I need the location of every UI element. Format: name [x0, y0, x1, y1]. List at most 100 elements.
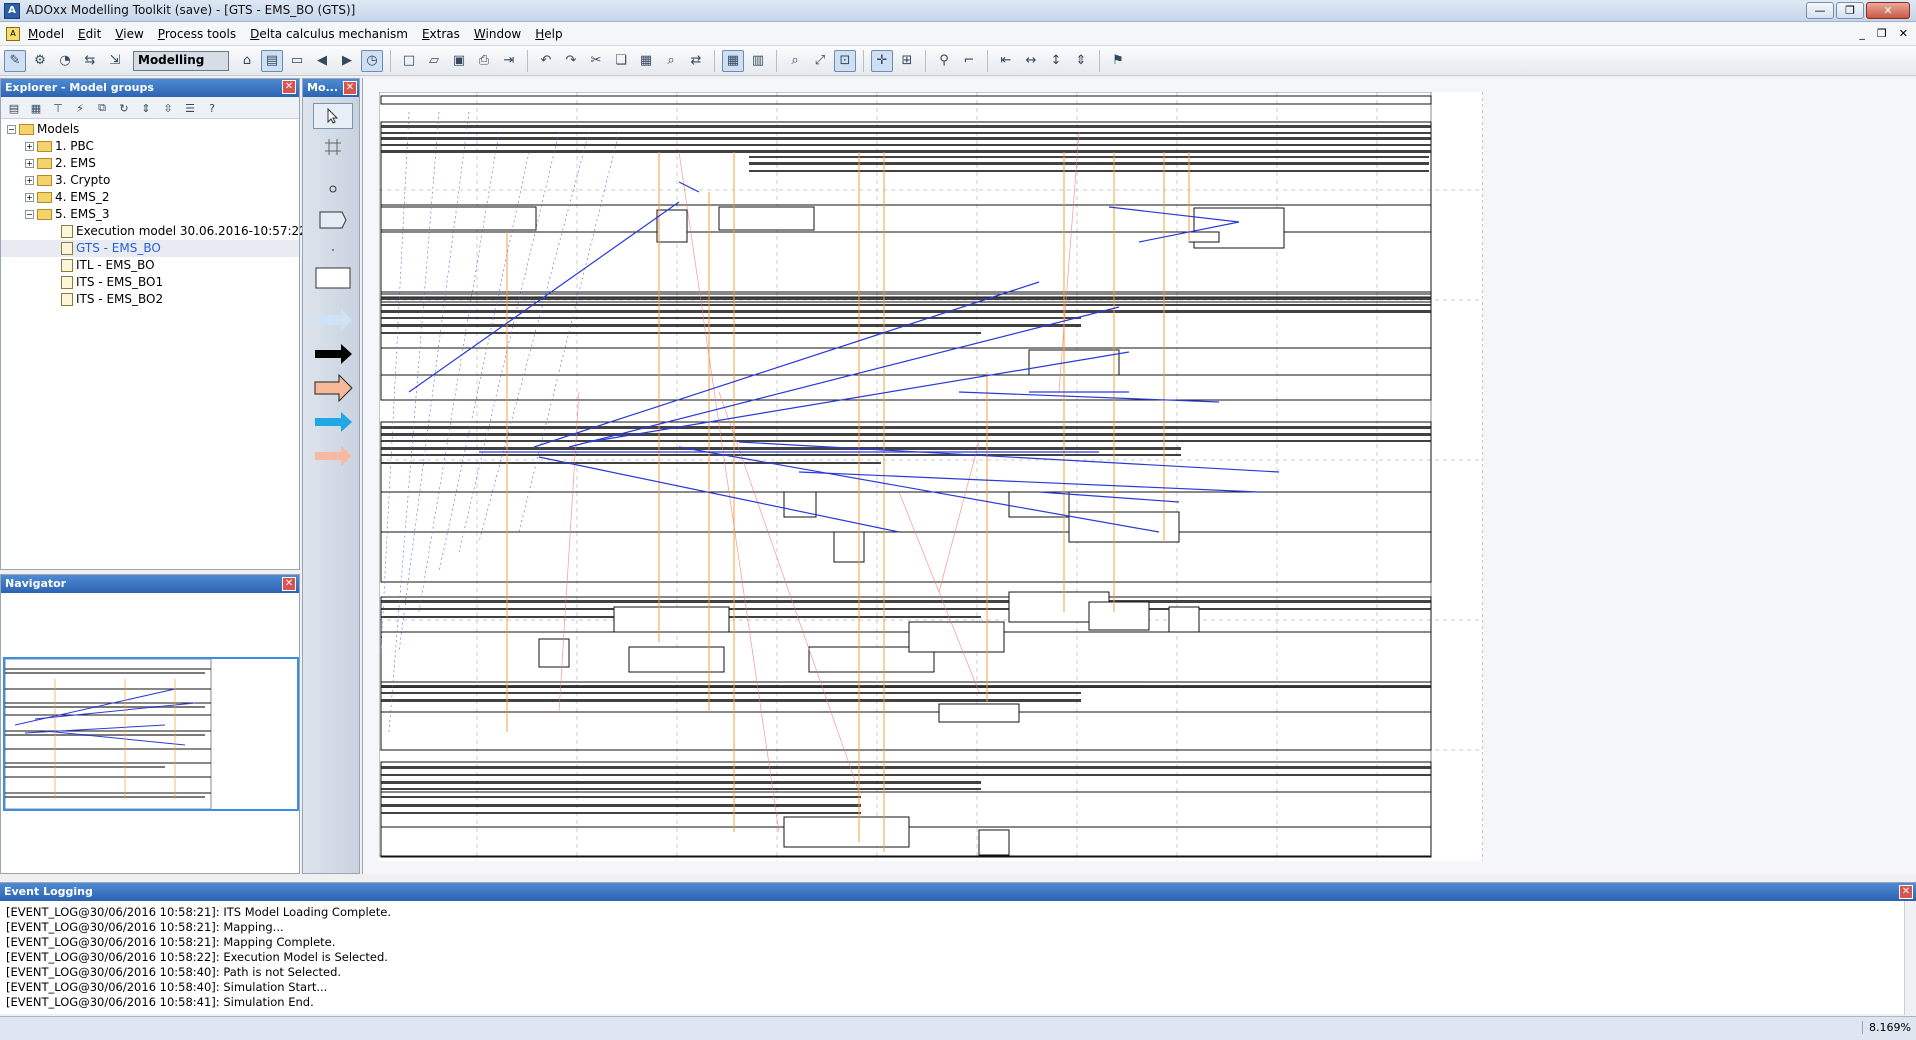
forward-icon[interactable]: ▶	[336, 50, 358, 72]
mdi-close-button[interactable]: ✕	[1899, 27, 1908, 40]
zoom-icon[interactable]: ⌕	[784, 50, 806, 72]
import-export-icon[interactable]: ⇲	[104, 50, 126, 72]
grid-crosshair-icon[interactable]: ✛	[871, 49, 893, 72]
menu-extras[interactable]: Extras	[422, 27, 460, 41]
start-event-icon[interactable]	[313, 181, 353, 197]
pointer-tool-icon[interactable]	[313, 103, 353, 129]
model-groups-icon[interactable]: ▤	[5, 99, 23, 117]
expand-icon[interactable]: +	[25, 176, 34, 185]
find-icon[interactable]: ⌕	[660, 50, 682, 72]
cyan-arrow-icon[interactable]	[313, 409, 353, 435]
hierarchy-icon[interactable]: ⊤	[49, 99, 67, 117]
dot-tool-icon[interactable]	[313, 245, 353, 255]
align-middle-icon[interactable]: ↕	[1045, 50, 1067, 72]
zoom-area-icon[interactable]: ⊡	[834, 49, 856, 72]
tree-item-gts-ems-bo[interactable]: GTS - EMS_BO	[1, 240, 299, 257]
explorer-toggle-icon[interactable]: ▤	[261, 49, 283, 72]
window-icon[interactable]: ▭	[286, 50, 308, 72]
analysis-mode-icon[interactable]: ⚙	[29, 50, 51, 72]
help-icon[interactable]: ?	[203, 99, 221, 117]
home-icon[interactable]: ⌂	[236, 50, 258, 72]
navigator-close-icon[interactable]: ✕	[282, 577, 296, 591]
mode-selector[interactable]: Modelling	[133, 50, 229, 71]
process-diagram[interactable]	[378, 91, 1484, 861]
tree-item-pbc[interactable]: +1. PBC	[1, 138, 299, 155]
layout-tool-icon[interactable]: ⚑	[1107, 50, 1129, 72]
black-arrow-icon[interactable]	[313, 341, 353, 367]
table-view-icon[interactable]: ▥	[747, 50, 769, 72]
tree-item-execution-model[interactable]: Execution model 30.06.2016-10:57:22	[1, 223, 307, 240]
tree-item-models[interactable]: − Models	[1, 121, 299, 138]
menu-view[interactable]: View	[115, 27, 143, 41]
modeller-close-icon[interactable]: ✕	[343, 81, 357, 95]
tree-item-ems-2[interactable]: +4. EMS_2	[1, 189, 299, 206]
mdi-restore-button[interactable]: ❐	[1877, 27, 1887, 40]
clock-icon[interactable]: ◷	[361, 49, 383, 72]
evaluation-mode-icon[interactable]: ⇆	[79, 50, 101, 72]
mdi-minimize-button[interactable]: _	[1859, 27, 1865, 40]
peach-arrow-icon[interactable]	[313, 374, 353, 402]
cut-icon[interactable]: ✂	[585, 50, 607, 72]
orthogonal-connector-icon[interactable]: ⌐	[958, 50, 980, 72]
menu-process-tools[interactable]: Process tools	[158, 27, 236, 41]
restore-button[interactable]: ❐	[1836, 2, 1864, 19]
graphic-view-icon[interactable]: ▦	[722, 49, 744, 72]
event-log-scrollbar[interactable]	[1904, 901, 1916, 1015]
tree-item-ems[interactable]: +2. EMS	[1, 155, 299, 172]
redo-icon[interactable]: ↷	[560, 50, 582, 72]
menu-help[interactable]: Help	[535, 27, 562, 41]
export-icon[interactable]: ⇥	[498, 50, 520, 72]
chart-icon[interactable]: ⚡	[71, 99, 89, 117]
collapse-icon[interactable]: −	[25, 210, 34, 219]
compare-icon[interactable]: ⧉	[93, 99, 111, 117]
menu-model[interactable]: Model	[28, 27, 64, 41]
tree-item-its-ems-bo1[interactable]: ITS - EMS_BO1	[1, 274, 299, 291]
app-icon[interactable]: A	[4, 3, 20, 19]
distribute-icon[interactable]: ⇕	[1070, 50, 1092, 72]
save-icon[interactable]: ▣	[448, 50, 470, 72]
menu-window[interactable]: Window	[474, 27, 521, 41]
replace-icon[interactable]: ⇄	[685, 50, 707, 72]
tree-item-ems-3[interactable]: − 5. EMS_3	[1, 206, 299, 223]
container-tool-icon[interactable]	[313, 265, 353, 291]
paste-icon[interactable]: ▦	[635, 50, 657, 72]
zoom-fit-icon[interactable]: ⤢	[809, 50, 831, 72]
tree-item-itl-ems-bo[interactable]: ITL - EMS_BO	[1, 257, 299, 274]
modelling-mode-icon[interactable]: ✎	[4, 49, 26, 72]
open-folder-icon[interactable]: ▱	[423, 50, 445, 72]
grid-icon[interactable]: ⊞	[896, 50, 918, 72]
model-sheet[interactable]	[378, 91, 1484, 861]
models-icon[interactable]: ▦	[27, 99, 45, 117]
activity-tool-icon[interactable]	[313, 207, 353, 233]
collapse-icon[interactable]: −	[7, 125, 16, 134]
back-icon[interactable]: ◀	[311, 50, 333, 72]
expand-icon[interactable]: +	[25, 142, 34, 151]
connector-icon[interactable]: ⚲	[933, 50, 955, 72]
menu-edit[interactable]: Edit	[78, 27, 101, 41]
salmon-arrow-icon[interactable]	[313, 443, 353, 469]
close-button[interactable]: ✕	[1866, 2, 1910, 19]
document-icon[interactable]: A	[6, 27, 20, 41]
expand-icon[interactable]: +	[25, 193, 34, 202]
align-center-icon[interactable]: ↔	[1020, 50, 1042, 72]
event-log-close-icon[interactable]: ✕	[1899, 885, 1913, 899]
print-icon[interactable]: ⎙	[473, 50, 495, 72]
swimlane-tool-icon[interactable]	[313, 135, 353, 159]
copy-icon[interactable]: ❏	[610, 50, 632, 72]
align-left-icon[interactable]: ⇤	[995, 50, 1017, 72]
undo-icon[interactable]: ↶	[535, 50, 557, 72]
expand-icon[interactable]: +	[25, 159, 34, 168]
minimize-button[interactable]: —	[1806, 2, 1834, 19]
tree-item-its-ems-bo2[interactable]: ITS - EMS_BO2	[1, 291, 299, 308]
navigator-viewport[interactable]	[3, 657, 299, 811]
model-canvas[interactable]	[362, 78, 1916, 874]
collapse-all-icon[interactable]: ⇳	[159, 99, 177, 117]
tree-item-crypto[interactable]: +3. Crypto	[1, 172, 299, 189]
simulation-mode-icon[interactable]: ◔	[54, 50, 76, 72]
new-model-icon[interactable]: □	[398, 50, 420, 72]
filter-icon[interactable]: ☰	[181, 99, 199, 117]
light-blue-arrow-icon[interactable]	[313, 307, 353, 333]
expand-all-icon[interactable]: ⇕	[137, 99, 155, 117]
explorer-close-icon[interactable]: ✕	[282, 80, 296, 94]
refresh-icon[interactable]: ↻	[115, 99, 133, 117]
